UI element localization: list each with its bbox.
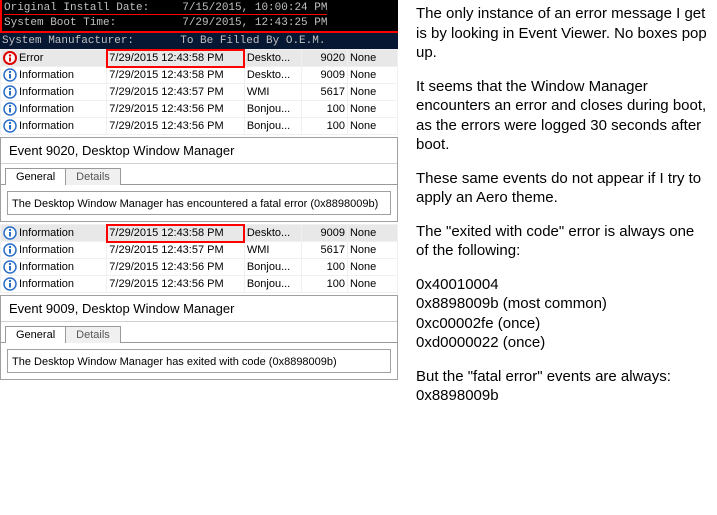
cat-cell: None	[347, 67, 397, 84]
source-cell: Bonjou...	[244, 259, 301, 276]
level-text: Information	[19, 244, 74, 256]
source-cell: Bonjou...	[244, 101, 301, 118]
id-cell: 9009	[302, 67, 348, 84]
level-text: Information	[19, 69, 74, 81]
event-message: The Desktop Window Manager has encounter…	[7, 191, 391, 215]
cmd-line3: System Manufacturer: To Be Filled By O.E…	[0, 33, 398, 49]
date-cell: 7/29/2015 12:43:56 PM	[107, 259, 245, 276]
cat-cell: None	[347, 118, 397, 135]
source-cell: Deskto...	[244, 50, 301, 67]
cat-cell: None	[347, 259, 397, 276]
date-cell: 7/29/2015 12:43:56 PM	[107, 276, 245, 293]
source-cell: Deskto...	[244, 67, 301, 84]
source-cell: WMI	[244, 242, 301, 259]
event-list-1: Error 7/29/2015 12:43:58 PM Deskto... 90…	[0, 49, 398, 135]
date-cell: 7/29/2015 12:43:57 PM	[107, 84, 245, 101]
id-cell: 100	[302, 118, 348, 135]
event-message: The Desktop Window Manager has exited wi…	[7, 349, 391, 373]
level-text: Information	[19, 86, 74, 98]
note-paragraph: These same events do not appear if I try…	[416, 169, 709, 208]
table-row[interactable]: Information 7/29/2015 12:43:57 PM WMI 56…	[1, 84, 398, 101]
info-icon	[3, 85, 17, 99]
date-cell: 7/29/2015 12:43:56 PM	[107, 101, 245, 118]
date-cell: 7/29/2015 12:43:58 PM	[107, 225, 245, 242]
id-cell: 100	[302, 276, 348, 293]
source-cell: Bonjou...	[244, 276, 301, 293]
pane-header: Event 9009, Desktop Window Manager	[1, 296, 397, 322]
error-code: 0x40010004	[416, 276, 499, 293]
tab-details[interactable]: Details	[65, 326, 121, 343]
tab-details[interactable]: Details	[65, 168, 121, 185]
id-cell: 9009	[302, 225, 348, 242]
cmd-line2: System Boot Time: 7/29/2015, 12:43:25 PM	[4, 17, 327, 29]
id-cell: 5617	[302, 84, 348, 101]
table-row[interactable]: Information 7/29/2015 12:43:56 PM Bonjou…	[1, 259, 398, 276]
cat-cell: None	[347, 276, 397, 293]
info-icon	[3, 260, 17, 274]
pane-header: Event 9020, Desktop Window Manager	[1, 138, 397, 164]
level-text: Information	[19, 261, 74, 273]
tab-general[interactable]: General	[5, 168, 66, 185]
level-text: Information	[19, 120, 74, 132]
note-paragraph: It seems that the Window Manager encount…	[416, 77, 709, 155]
id-cell: 9020	[302, 50, 348, 67]
date-cell: 7/29/2015 12:43:58 PM	[107, 50, 245, 67]
table-row[interactable]: Information 7/29/2015 12:43:56 PM Bonjou…	[1, 101, 398, 118]
tab-general[interactable]: General	[5, 326, 66, 343]
error-icon	[3, 51, 17, 65]
event-detail-pane-1: Event 9020, Desktop Window Manager Gener…	[0, 137, 398, 222]
error-code: 0x8898009b (most common)	[416, 295, 607, 312]
cat-cell: None	[347, 84, 397, 101]
note-paragraph: But the "fatal error" events are always:…	[416, 367, 709, 406]
table-row[interactable]: Error 7/29/2015 12:43:58 PM Deskto... 90…	[1, 50, 398, 67]
info-icon	[3, 68, 17, 82]
cmd-line1: Original Install Date: 7/15/2015, 10:00:…	[4, 3, 327, 15]
cat-cell: None	[347, 101, 397, 118]
info-icon	[3, 119, 17, 133]
table-row[interactable]: Information 7/29/2015 12:43:57 PM WMI 56…	[1, 242, 398, 259]
cat-cell: None	[347, 50, 397, 67]
error-code: 0xc00002fe (once)	[416, 315, 540, 332]
level-text: Information	[19, 278, 74, 290]
level-text: Error	[19, 52, 43, 64]
cat-cell: None	[347, 225, 397, 242]
note-paragraph: The "exited with code" error is always o…	[416, 222, 709, 261]
source-cell: Bonjou...	[244, 118, 301, 135]
error-code: 0xd0000022 (once)	[416, 334, 545, 351]
note-paragraph: The only instance of an error message I …	[416, 4, 709, 63]
table-row[interactable]: Information 7/29/2015 12:43:58 PM Deskto…	[1, 67, 398, 84]
date-cell: 7/29/2015 12:43:58 PM	[107, 67, 245, 84]
info-icon	[3, 226, 17, 240]
source-cell: WMI	[244, 84, 301, 101]
date-cell: 7/29/2015 12:43:56 PM	[107, 118, 245, 135]
id-cell: 100	[302, 259, 348, 276]
event-list-2: Information 7/29/2015 12:43:58 PM Deskto…	[0, 224, 398, 293]
level-text: Information	[19, 227, 74, 239]
event-detail-pane-2: Event 9009, Desktop Window Manager Gener…	[0, 295, 398, 380]
table-row[interactable]: Information 7/29/2015 12:43:58 PM Deskto…	[1, 225, 398, 242]
info-icon	[3, 243, 17, 257]
info-icon	[3, 102, 17, 116]
notes-panel: The only instance of an error message I …	[398, 0, 717, 420]
date-cell: 7/29/2015 12:43:57 PM	[107, 242, 245, 259]
info-icon	[3, 277, 17, 291]
cmd-output: Original Install Date: 7/15/2015, 10:00:…	[0, 0, 398, 33]
id-cell: 100	[302, 101, 348, 118]
cat-cell: None	[347, 242, 397, 259]
table-row[interactable]: Information 7/29/2015 12:43:56 PM Bonjou…	[1, 118, 398, 135]
table-row[interactable]: Information 7/29/2015 12:43:56 PM Bonjou…	[1, 276, 398, 293]
level-text: Information	[19, 103, 74, 115]
id-cell: 5617	[302, 242, 348, 259]
source-cell: Deskto...	[244, 225, 301, 242]
